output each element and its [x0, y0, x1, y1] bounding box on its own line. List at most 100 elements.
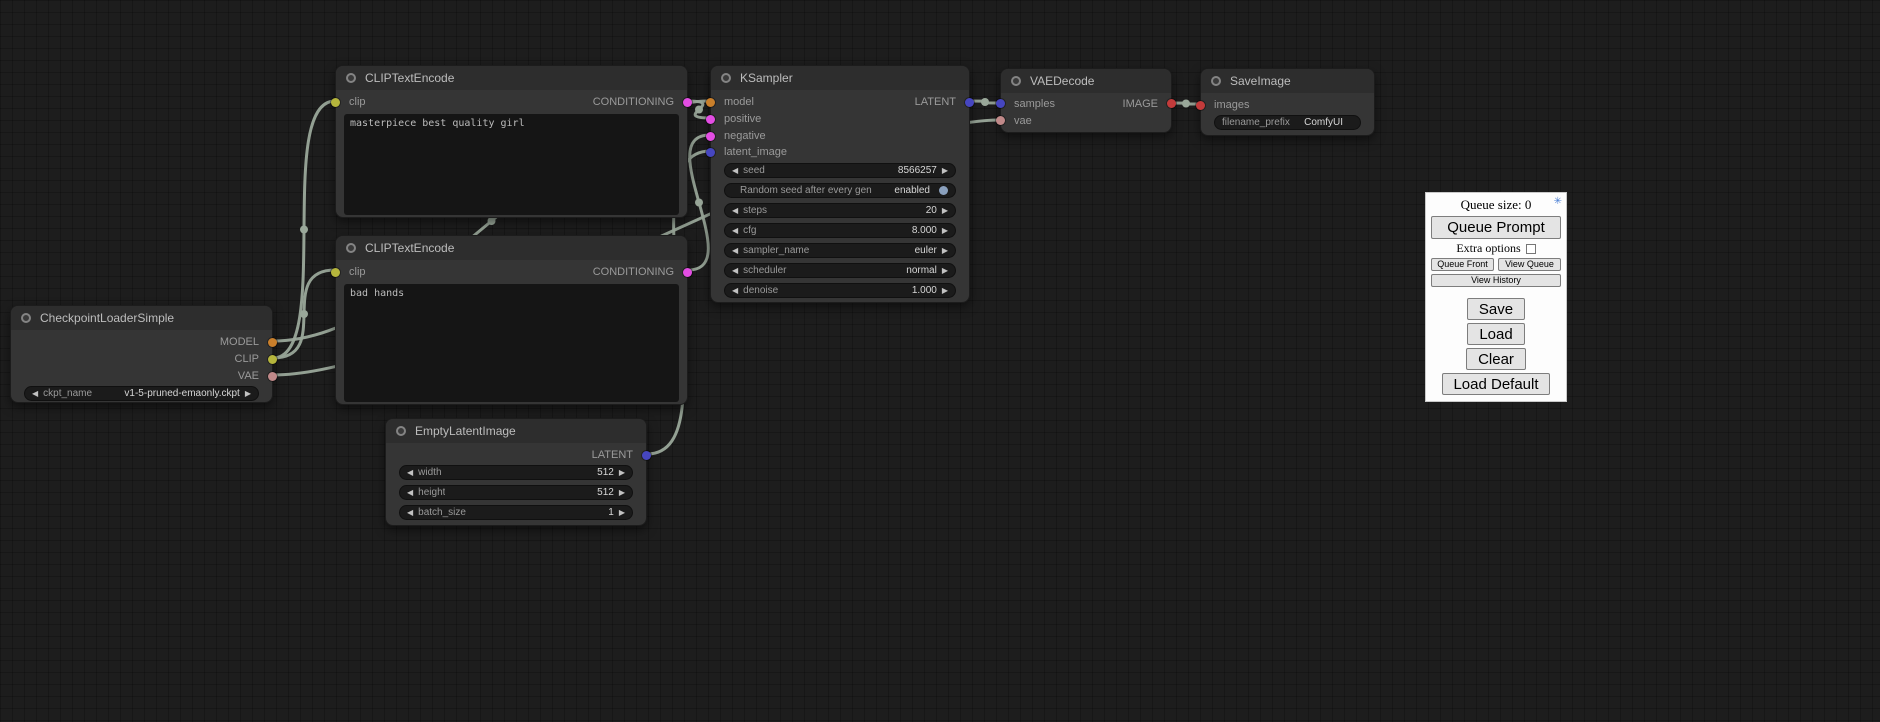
- slot-row: negative: [711, 128, 969, 144]
- port-latent-image-input[interactable]: [706, 148, 715, 157]
- widget-random-seed-toggle[interactable]: Random seed after every gen enabled: [724, 183, 956, 198]
- decrement-icon[interactable]: ◀: [407, 469, 413, 477]
- toggle-knob-icon[interactable]: [939, 186, 948, 195]
- prompt-textarea[interactable]: masterpiece best quality girl: [344, 114, 679, 215]
- decrement-icon[interactable]: ◀: [407, 509, 413, 517]
- increment-icon[interactable]: ▶: [942, 167, 948, 175]
- node-titlebar[interactable]: CLIPTextEncode: [336, 66, 687, 90]
- port-vae-output[interactable]: [268, 372, 277, 381]
- port-latent-output[interactable]: [965, 98, 974, 107]
- widget-label: seed: [743, 165, 765, 176]
- port-samples-input[interactable]: [996, 99, 1005, 108]
- collapse-icon[interactable]: [346, 73, 356, 83]
- node-titlebar[interactable]: KSampler: [711, 66, 969, 90]
- collapse-icon[interactable]: [346, 243, 356, 253]
- load-button[interactable]: Load: [1467, 323, 1524, 345]
- node-save-image[interactable]: SaveImage images filename_prefix ComfyUI: [1200, 68, 1375, 136]
- increment-icon[interactable]: ▶: [245, 390, 251, 398]
- clear-button[interactable]: Clear: [1466, 348, 1526, 370]
- collapse-icon[interactable]: [1011, 76, 1021, 86]
- port-latent-output[interactable]: [642, 451, 651, 460]
- port-images-input[interactable]: [1196, 101, 1205, 110]
- node-title: VAEDecode: [1030, 74, 1094, 88]
- increment-icon[interactable]: ▶: [619, 469, 625, 477]
- widget-scheduler[interactable]: ◀ scheduler normal ▶: [724, 263, 956, 278]
- decrement-icon[interactable]: ◀: [732, 207, 738, 215]
- widget-cfg[interactable]: ◀ cfg 8.000 ▶: [724, 223, 956, 238]
- collapse-icon[interactable]: [721, 73, 731, 83]
- port-image-output[interactable]: [1167, 99, 1176, 108]
- port-model-output[interactable]: [268, 338, 277, 347]
- collapse-icon[interactable]: [1211, 76, 1221, 86]
- port-vae-input[interactable]: [996, 116, 1005, 125]
- node-title: CheckpointLoaderSimple: [40, 311, 174, 325]
- node-graph-canvas[interactable]: CheckpointLoaderSimple MODEL CLIP VAE ◀ …: [0, 0, 1880, 722]
- port-positive-input[interactable]: [706, 115, 715, 124]
- widget-value: 8566257: [898, 165, 937, 176]
- widget-filename-prefix[interactable]: filename_prefix ComfyUI: [1214, 115, 1361, 130]
- decrement-icon[interactable]: ◀: [732, 167, 738, 175]
- widget-value: 1: [608, 507, 614, 518]
- decrement-icon[interactable]: ◀: [407, 489, 413, 497]
- slot-row: VAE: [11, 368, 272, 384]
- prompt-textarea[interactable]: bad hands: [344, 284, 679, 402]
- increment-icon[interactable]: ▶: [942, 227, 948, 235]
- load-default-button[interactable]: Load Default: [1442, 373, 1549, 395]
- settings-icon[interactable]: ✳: [1554, 197, 1562, 207]
- node-titlebar[interactable]: EmptyLatentImage: [386, 419, 646, 443]
- widget-steps[interactable]: ◀ steps 20 ▶: [724, 203, 956, 218]
- node-titlebar[interactable]: CLIPTextEncode: [336, 236, 687, 260]
- widget-width[interactable]: ◀ width 512 ▶: [399, 465, 633, 480]
- node-checkpoint-loader[interactable]: CheckpointLoaderSimple MODEL CLIP VAE ◀ …: [10, 305, 273, 403]
- port-model-input[interactable]: [706, 98, 715, 107]
- increment-icon[interactable]: ▶: [619, 509, 625, 517]
- widget-sampler-name[interactable]: ◀ sampler_name euler ▶: [724, 243, 956, 258]
- widget-label: scheduler: [743, 265, 786, 276]
- widget-seed[interactable]: ◀ seed 8566257 ▶: [724, 163, 956, 178]
- node-ksampler[interactable]: KSampler model LATENT positive negative …: [710, 65, 970, 303]
- node-vae-decode[interactable]: VAEDecode samples IMAGE vae: [1000, 68, 1172, 133]
- increment-icon[interactable]: ▶: [942, 207, 948, 215]
- widget-denoise[interactable]: ◀ denoise 1.000 ▶: [724, 283, 956, 298]
- input-label-clip: clip: [349, 266, 366, 278]
- node-clip-text-encode-positive[interactable]: CLIPTextEncode clip CONDITIONING masterp…: [335, 65, 688, 218]
- decrement-icon[interactable]: ◀: [732, 247, 738, 255]
- port-conditioning-output[interactable]: [683, 268, 692, 277]
- port-negative-input[interactable]: [706, 132, 715, 141]
- widget-batch-size[interactable]: ◀ batch_size 1 ▶: [399, 505, 633, 520]
- slot-row: vae: [1001, 113, 1171, 129]
- queue-front-button[interactable]: Queue Front: [1431, 258, 1494, 271]
- decrement-icon[interactable]: ◀: [32, 390, 38, 398]
- widget-height[interactable]: ◀ height 512 ▶: [399, 485, 633, 500]
- increment-icon[interactable]: ▶: [942, 287, 948, 295]
- decrement-icon[interactable]: ◀: [732, 287, 738, 295]
- increment-icon[interactable]: ▶: [619, 489, 625, 497]
- port-conditioning-output[interactable]: [683, 98, 692, 107]
- collapse-icon[interactable]: [21, 313, 31, 323]
- queue-size-label: Queue size: 0: [1461, 197, 1532, 212]
- slot-row: positive: [711, 111, 969, 127]
- increment-icon[interactable]: ▶: [942, 267, 948, 275]
- node-clip-text-encode-negative[interactable]: CLIPTextEncode clip CONDITIONING bad han…: [335, 235, 688, 405]
- queue-prompt-button[interactable]: Queue Prompt: [1431, 216, 1561, 239]
- decrement-icon[interactable]: ◀: [732, 227, 738, 235]
- increment-icon[interactable]: ▶: [942, 247, 948, 255]
- slot-row: clip CONDITIONING: [336, 264, 687, 280]
- node-titlebar[interactable]: CheckpointLoaderSimple: [11, 306, 272, 330]
- port-clip-input[interactable]: [331, 98, 340, 107]
- link-midpoint-dot: [300, 226, 308, 234]
- node-title: KSampler: [740, 71, 793, 85]
- decrement-icon[interactable]: ◀: [732, 267, 738, 275]
- port-clip-output[interactable]: [268, 355, 277, 364]
- save-button[interactable]: Save: [1467, 298, 1525, 320]
- view-history-button[interactable]: View History: [1431, 274, 1561, 287]
- widget-ckpt-name[interactable]: ◀ ckpt_name v1-5-pruned-emaonly.ckpt ▶: [24, 386, 259, 401]
- port-clip-input[interactable]: [331, 268, 340, 277]
- node-empty-latent-image[interactable]: EmptyLatentImage LATENT ◀ width 512 ▶ ◀ …: [385, 418, 647, 526]
- extra-options-checkbox[interactable]: [1526, 244, 1536, 254]
- node-titlebar[interactable]: VAEDecode: [1001, 69, 1171, 93]
- view-queue-button[interactable]: View Queue: [1498, 258, 1561, 271]
- node-titlebar[interactable]: SaveImage: [1201, 69, 1374, 93]
- input-label-vae: vae: [1014, 115, 1032, 127]
- collapse-icon[interactable]: [396, 426, 406, 436]
